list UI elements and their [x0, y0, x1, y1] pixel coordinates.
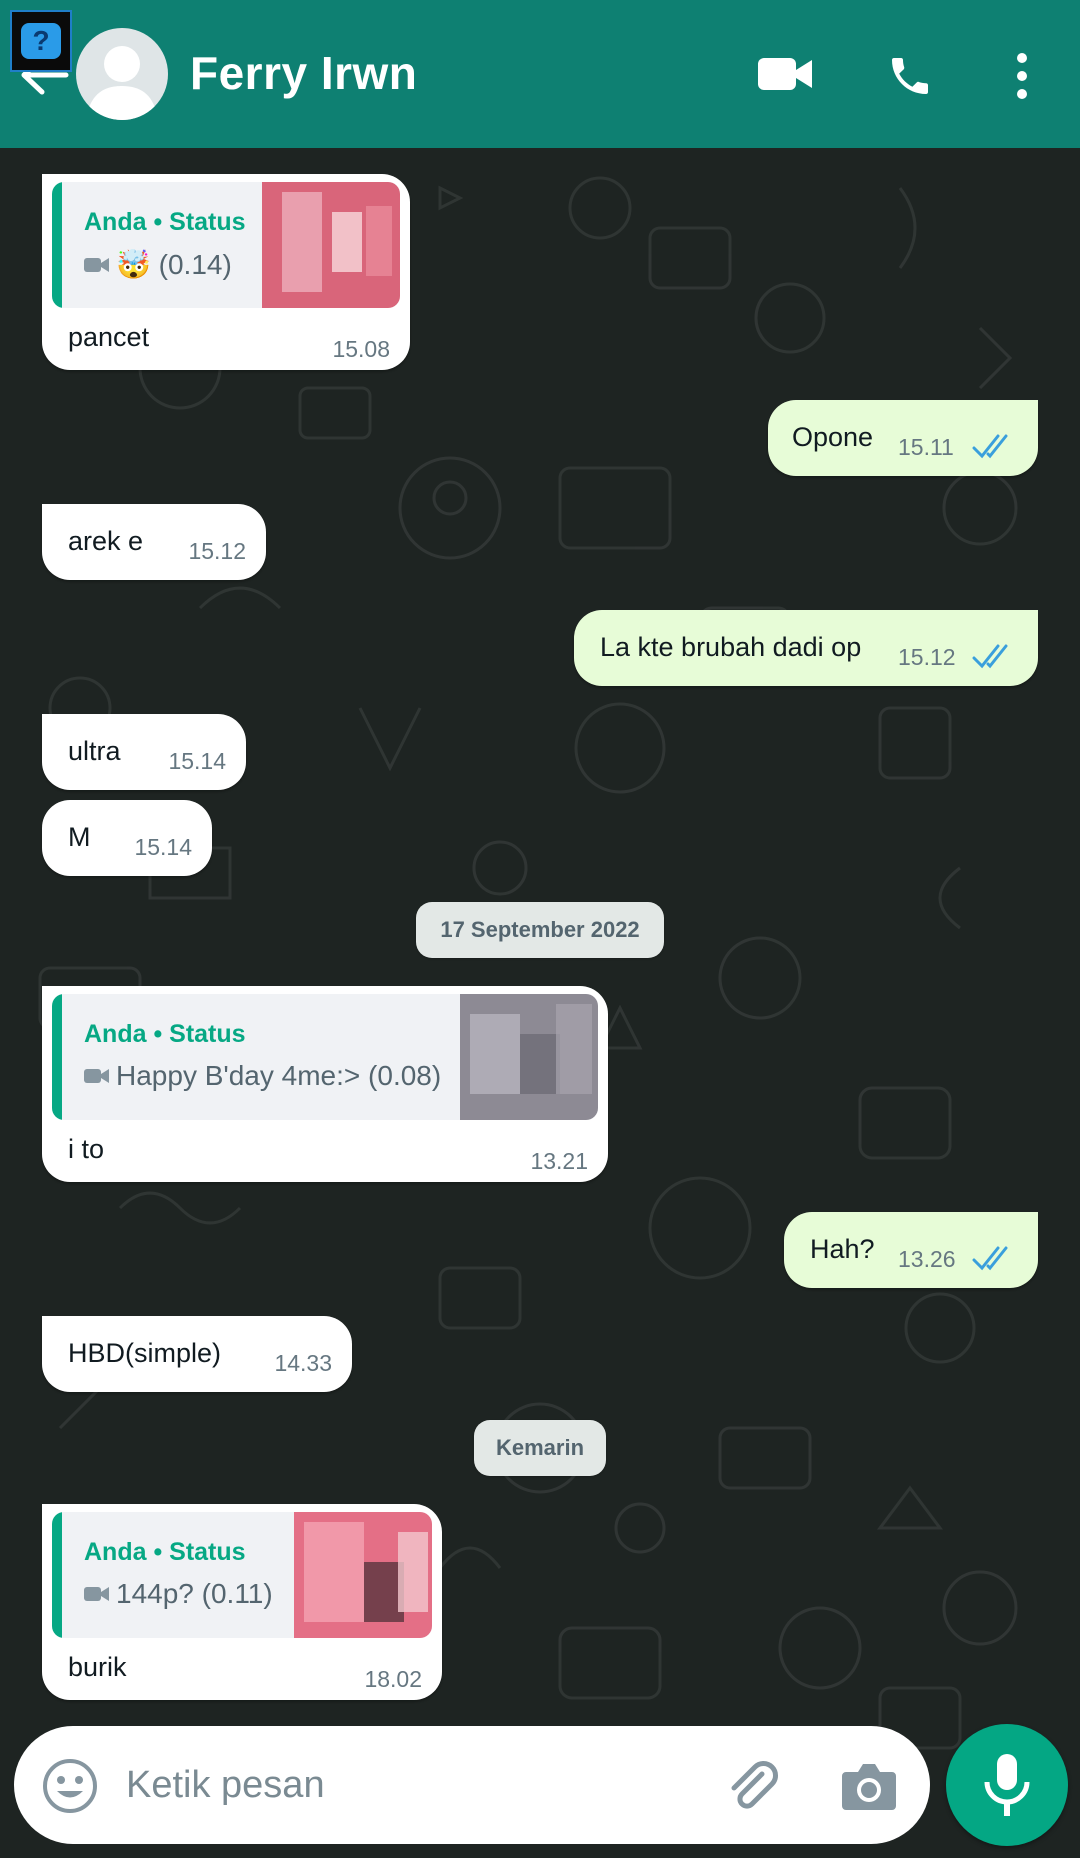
quoted-status[interactable]: Anda • Status 144p? (0.11)	[52, 1512, 432, 1638]
message-text: pancet	[68, 322, 150, 352]
video-icon	[84, 1587, 109, 1601]
message-text: ultra	[68, 736, 121, 766]
message-time: 13.21	[530, 1148, 588, 1174]
message-time: 15.14	[168, 748, 226, 774]
more-options-icon[interactable]	[1010, 52, 1034, 100]
read-receipt-icon	[972, 644, 1008, 669]
quote-caption-row: Happy B'day 4me:> (0.08)	[84, 1060, 441, 1092]
message-text: Opone	[792, 422, 874, 452]
emoji-icon[interactable]	[42, 1758, 98, 1814]
video-icon	[84, 1069, 109, 1083]
overlay-app-badge: ?	[10, 10, 72, 72]
message-bubble-incoming[interactable]: Anda • Status 🤯 (0.14) pancet 15.08	[42, 174, 410, 370]
quoted-status[interactable]: Anda • Status Happy B'day 4me:> (0.08)	[52, 994, 598, 1120]
message-text: arek e	[68, 526, 144, 556]
message-composer[interactable]: Ketik pesan	[14, 1726, 930, 1844]
message-text: burik	[68, 1652, 127, 1682]
message-time: 15.12	[188, 538, 246, 564]
quote-caption: Happy B'day 4me:> (0.08)	[116, 1060, 442, 1091]
quote-author: Anda • Status	[84, 1020, 246, 1048]
message-bubble-incoming[interactable]: HBD(simple) 14.33	[42, 1316, 352, 1392]
message-bubble-incoming[interactable]: Anda • Status 144p? (0.11) burik 18.02	[42, 1504, 442, 1700]
message-text: M	[68, 822, 91, 852]
date-separator: Kemarin	[474, 1420, 606, 1476]
status-thumbnail	[294, 1512, 432, 1638]
camera-icon[interactable]	[840, 1758, 898, 1814]
message-time: 15.11	[898, 434, 954, 460]
quote-accent-bar	[52, 1512, 62, 1638]
quote-author: Anda • Status	[84, 208, 246, 236]
message-time: 14.33	[274, 1350, 332, 1376]
message-text: La kte brubah dadi op	[600, 632, 862, 662]
read-receipt-icon	[972, 434, 1008, 459]
status-thumbnail	[460, 994, 598, 1120]
message-text: i to	[68, 1134, 105, 1164]
video-icon	[84, 257, 109, 272]
message-bubble-outgoing[interactable]: La kte brubah dadi op 15.12	[574, 610, 1038, 686]
mic-button[interactable]	[946, 1724, 1068, 1846]
message-bubble-outgoing[interactable]: Hah? 13.26	[784, 1212, 1038, 1288]
message-time: 18.02	[364, 1666, 422, 1692]
mic-icon	[984, 1754, 1030, 1816]
avatar[interactable]	[76, 28, 168, 120]
message-bubble-outgoing[interactable]: Opone 15.11	[768, 400, 1038, 476]
chat-header: Ferry Irwn	[0, 0, 1080, 148]
quote-caption: 144p? (0.11)	[116, 1578, 273, 1609]
message-time: 15.08	[332, 336, 390, 362]
date-separator: 17 September 2022	[416, 902, 664, 958]
message-time: 13.26	[898, 1246, 956, 1272]
message-time: 15.14	[134, 834, 192, 860]
status-thumbnail	[262, 182, 400, 308]
message-text: Hah?	[810, 1234, 875, 1264]
quote-author: Anda • Status	[84, 1538, 246, 1566]
quote-caption: 🤯 (0.14)	[116, 249, 232, 280]
quote-accent-bar	[52, 182, 62, 308]
message-bubble-incoming[interactable]: Anda • Status Happy B'day 4me:> (0.08) i…	[42, 986, 608, 1182]
message-text: HBD(simple)	[68, 1338, 222, 1368]
quote-accent-bar	[52, 994, 62, 1120]
phone-icon[interactable]	[886, 52, 934, 100]
read-receipt-icon	[972, 1246, 1008, 1271]
overlay-badge-glyph: ?	[21, 23, 61, 59]
attach-icon[interactable]	[722, 1756, 782, 1816]
quote-caption-row: 🤯 (0.14)	[84, 248, 232, 281]
contact-name[interactable]: Ferry Irwn	[190, 46, 417, 100]
video-call-icon[interactable]	[756, 54, 814, 94]
quoted-status[interactable]: Anda • Status 🤯 (0.14)	[52, 182, 400, 308]
message-bubble-incoming[interactable]: M 15.14	[42, 800, 212, 876]
message-input[interactable]: Ketik pesan	[126, 1764, 325, 1807]
quote-caption-row: 144p? (0.11)	[84, 1578, 273, 1610]
message-bubble-incoming[interactable]: arek e 15.12	[42, 504, 266, 580]
message-bubble-incoming[interactable]: ultra 15.14	[42, 714, 246, 790]
message-time: 15.12	[898, 644, 956, 670]
